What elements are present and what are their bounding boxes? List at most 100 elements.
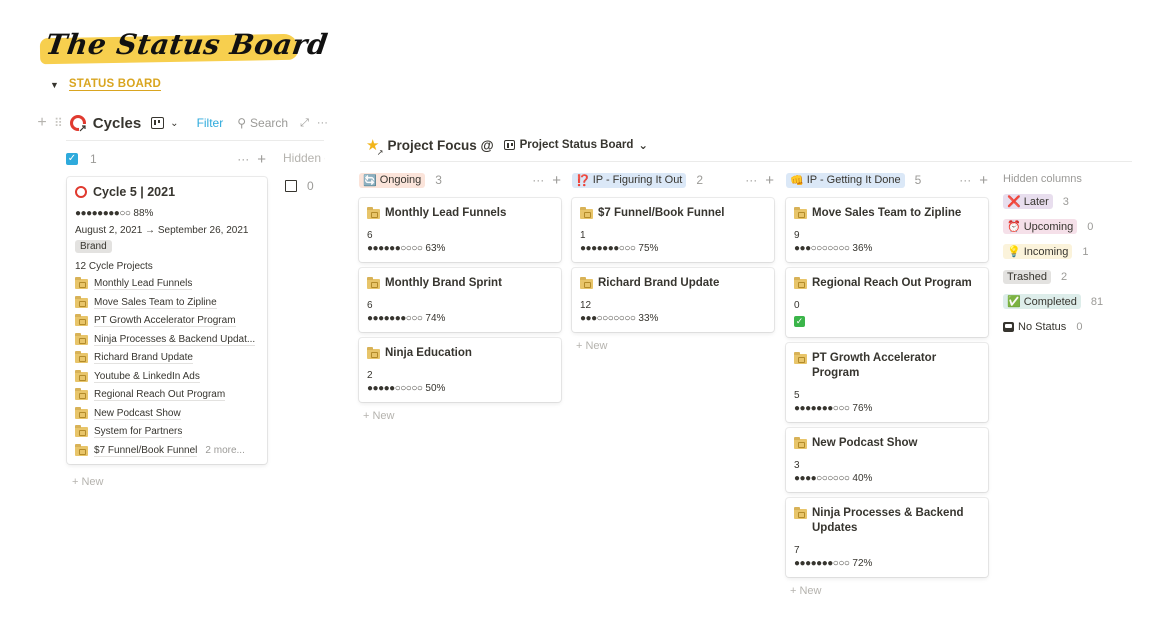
status-tag[interactable]: 🔄 Ongoing xyxy=(359,172,426,188)
project-link[interactable]: Youtube & LinkedIn Ads xyxy=(75,368,259,387)
column-count: 3 xyxy=(1062,195,1069,208)
cycle-title: Cycle 5 | 2021 xyxy=(93,185,176,199)
project-card[interactable]: Ninja Processes & Backend Updates 7 ●●●●●●… xyxy=(786,498,988,577)
project-card[interactable]: Move Sales Team to Zipline 9 ●●●○○○○○○○ 36% xyxy=(786,198,988,262)
column-add-icon[interactable]: + xyxy=(552,172,561,189)
status-emoji-icon: ❌ xyxy=(1007,196,1021,208)
column-count: 5 xyxy=(914,173,922,187)
column-add-icon[interactable]: + xyxy=(257,151,266,168)
project-link[interactable]: System for Partners xyxy=(75,423,259,442)
project-focus-title[interactable]: Project Focus @ xyxy=(387,138,493,153)
project-card[interactable]: $7 Funnel/Book Funnel 1 ●●●●●●●○○○ 75% xyxy=(572,198,774,262)
hidden-column-item[interactable]: No Status 0 xyxy=(1003,318,1133,335)
progress-dots: ●●●●●●○○○○ xyxy=(367,243,423,254)
cycle-card[interactable]: Cycle 5 | 2021 ●●●●●●●●○○ 88% August 2, 2… xyxy=(67,177,267,464)
column-count: 0 xyxy=(307,179,314,193)
status-board-toggle[interactable]: ▼ STATUS BOARD xyxy=(50,78,161,91)
project-card[interactable]: PT Growth Accelerator Program 5 ●●●●●●●○○○… xyxy=(786,343,988,422)
search-button[interactable]: ⚲ Search xyxy=(237,116,288,130)
new-card-button[interactable]: + New xyxy=(359,410,561,422)
hidden-column-unchecked[interactable]: 0 xyxy=(285,179,314,193)
column-more-icon[interactable]: ··· xyxy=(745,173,757,187)
folder-icon xyxy=(75,295,88,308)
project-card[interactable]: Richard Brand Update 12 ●●●○○○○○○○ 33% xyxy=(572,268,774,332)
project-link[interactable]: Monthly Lead Funnels xyxy=(75,275,259,294)
more-projects-link[interactable]: 2 more... xyxy=(205,445,244,456)
column-actions: ··· + xyxy=(532,172,561,189)
project-link[interactable]: $7 Funnel/Book Funnel 2 more... xyxy=(75,442,259,461)
column-header: 👊 IP - Getting It Done 5 ··· + xyxy=(786,172,988,189)
status-label: Upcoming xyxy=(1023,220,1074,233)
project-link[interactable]: Regional Reach Out Program xyxy=(75,386,259,405)
status-label: Completed xyxy=(1023,295,1077,308)
column-more-icon[interactable]: ··· xyxy=(959,173,971,187)
hidden-column-item[interactable]: ❌ Later 3 xyxy=(1003,193,1133,210)
column-count: 2 xyxy=(696,173,704,187)
folder-icon xyxy=(75,277,88,290)
project-link[interactable]: Richard Brand Update xyxy=(75,349,259,368)
column-more-icon[interactable]: ··· xyxy=(532,173,544,187)
folder-icon xyxy=(75,406,88,419)
status-tag[interactable]: ✅ Completed xyxy=(1003,294,1081,309)
progress-percent: 36% xyxy=(852,243,873,254)
cycle-ring-icon xyxy=(75,186,87,198)
filter-button[interactable]: Filter xyxy=(197,116,224,130)
hidden-columns-label: Hidden columns xyxy=(283,151,325,165)
card-progress: ●●●●●●●○○○ 76% xyxy=(794,403,980,414)
status-tag[interactable]: ❌ Later xyxy=(1003,194,1053,209)
project-link[interactable]: New Podcast Show xyxy=(75,405,259,424)
cycles-db-title[interactable]: Cycles xyxy=(93,115,141,132)
hidden-column-item[interactable]: 💡 Incoming 1 xyxy=(1003,243,1133,260)
status-emoji-icon: 🔄 xyxy=(363,174,377,187)
card-title-text: Regional Reach Out Program xyxy=(812,277,972,289)
project-link[interactable]: PT Growth Accelerator Program xyxy=(75,312,259,331)
column-add-icon[interactable]: + xyxy=(765,172,774,189)
completed-row: ✓ xyxy=(794,311,980,329)
hidden-column-item[interactable]: ✅ Completed 81 xyxy=(1003,293,1133,310)
chevron-down-icon[interactable]: ⌄ xyxy=(170,118,178,129)
card-number: 3 xyxy=(794,460,800,471)
project-card[interactable]: Monthly Brand Sprint 6 ●●●●●●●○○○ 74% xyxy=(359,268,561,332)
expand-icon[interactable]: ⤢ xyxy=(300,117,309,130)
new-cycle-button[interactable]: + New xyxy=(72,476,104,488)
card-title: Monthly Brand Sprint xyxy=(367,276,553,291)
project-card[interactable]: Ninja Education 2 ●●●●●○○○○○ 50% xyxy=(359,338,561,402)
new-card-button[interactable]: + New xyxy=(786,585,988,597)
toggle-triangle-icon[interactable]: ▼ xyxy=(50,80,59,90)
hidden-column-item[interactable]: Trashed 2 xyxy=(1003,268,1133,285)
cycle-progress: ●●●●●●●●○○ 88% xyxy=(75,208,259,219)
folder-icon xyxy=(794,207,807,219)
star-link-icon: ★ xyxy=(366,136,384,157)
status-board-link[interactable]: STATUS BOARD xyxy=(68,78,161,91)
progress-dots: ●●●●●●●○○○ xyxy=(794,558,850,569)
project-link[interactable]: Ninja Processes & Backend Updat... xyxy=(75,331,259,350)
column-add-icon[interactable]: + xyxy=(979,172,988,189)
card-progress: ●●●●●●●○○○ 75% xyxy=(580,243,766,254)
status-emoji-icon: ⁉️ xyxy=(576,174,590,187)
cycle-projects-list: Monthly Lead Funnels Move Sales Team to … xyxy=(75,275,259,460)
new-card-button[interactable]: + New xyxy=(572,340,774,352)
hidden-column-item[interactable]: ⏰ Upcoming 0 xyxy=(1003,218,1133,235)
status-tag[interactable]: No Status xyxy=(1003,321,1066,333)
status-tag[interactable]: 👊 IP - Getting It Done xyxy=(786,172,905,188)
view-selector[interactable]: Project Status Board ⌄ xyxy=(503,138,648,152)
status-tag[interactable]: ⁉️ IP - Figuring It Out xyxy=(572,172,687,188)
status-tag[interactable]: 💡 Incoming xyxy=(1003,244,1073,259)
status-tag[interactable]: Trashed xyxy=(1003,269,1051,284)
progress-percent: 63% xyxy=(425,243,446,254)
drag-handle-icon[interactable]: ⠿ xyxy=(54,116,63,130)
project-card[interactable]: Regional Reach Out Program 0 ✓ xyxy=(786,268,988,337)
new-label: New xyxy=(81,476,104,488)
add-block-icon[interactable]: + xyxy=(34,114,50,132)
card-title: Richard Brand Update xyxy=(580,276,766,291)
card-progress: ●●●○○○○○○○ 36% xyxy=(794,243,980,254)
board-view-icon[interactable] xyxy=(151,117,165,129)
project-card[interactable]: New Podcast Show 3 ●●●●○○○○○○ 40% xyxy=(786,428,988,492)
more-options-icon[interactable]: ··· xyxy=(317,117,328,129)
progress-percent: 75% xyxy=(638,243,659,254)
column-more-icon[interactable]: ··· xyxy=(237,152,249,166)
project-link[interactable]: Move Sales Team to Zipline xyxy=(75,294,259,313)
project-card[interactable]: Monthly Lead Funnels 6 ●●●●●●○○○○ 63% xyxy=(359,198,561,262)
status-tag[interactable]: ⏰ Upcoming xyxy=(1003,219,1078,234)
page-banner: The Status Board xyxy=(38,28,330,68)
